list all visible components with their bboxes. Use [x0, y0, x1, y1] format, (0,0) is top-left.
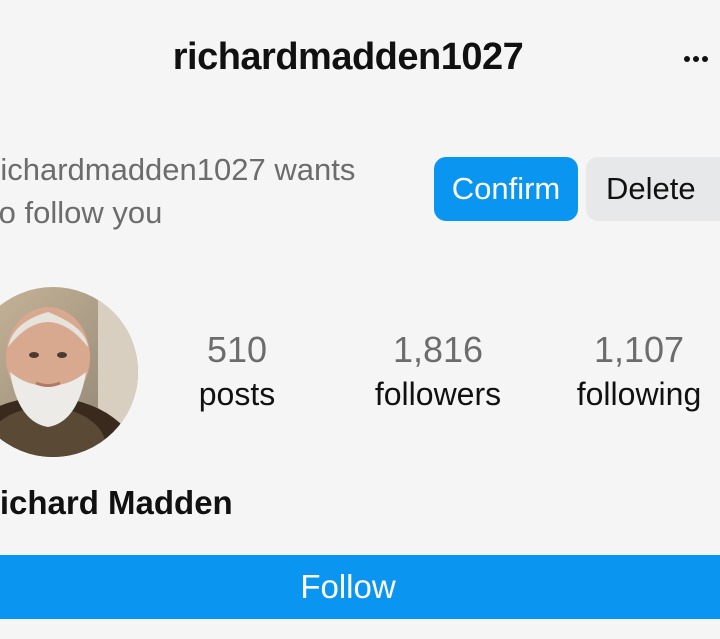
posts-count: 510 [206, 329, 268, 370]
followers-stat[interactable]: 1,816 followers [353, 328, 523, 416]
more-options-icon[interactable] [678, 50, 714, 72]
avatar[interactable] [0, 287, 138, 457]
profile-username-title: richardmadden1027 [172, 36, 524, 78]
follow-button[interactable]: Follow [0, 555, 720, 619]
posts-label: posts [198, 376, 276, 412]
profile-header: richardmadden1027 [0, 0, 720, 110]
follow-request-message: richardmadden1027 wants to follow you [0, 152, 356, 230]
following-stat[interactable]: 1,107 following [554, 328, 720, 416]
posts-stat[interactable]: 510 posts [152, 328, 322, 416]
followers-count: 1,816 [392, 329, 484, 370]
delete-request-button[interactable]: Delete [586, 157, 720, 221]
profile-display-name: Richard Madden [0, 484, 233, 521]
following-label: following [576, 376, 702, 412]
followers-label: followers [374, 376, 502, 412]
following-count: 1,107 [593, 329, 685, 370]
confirm-request-button[interactable]: Confirm [434, 157, 578, 221]
